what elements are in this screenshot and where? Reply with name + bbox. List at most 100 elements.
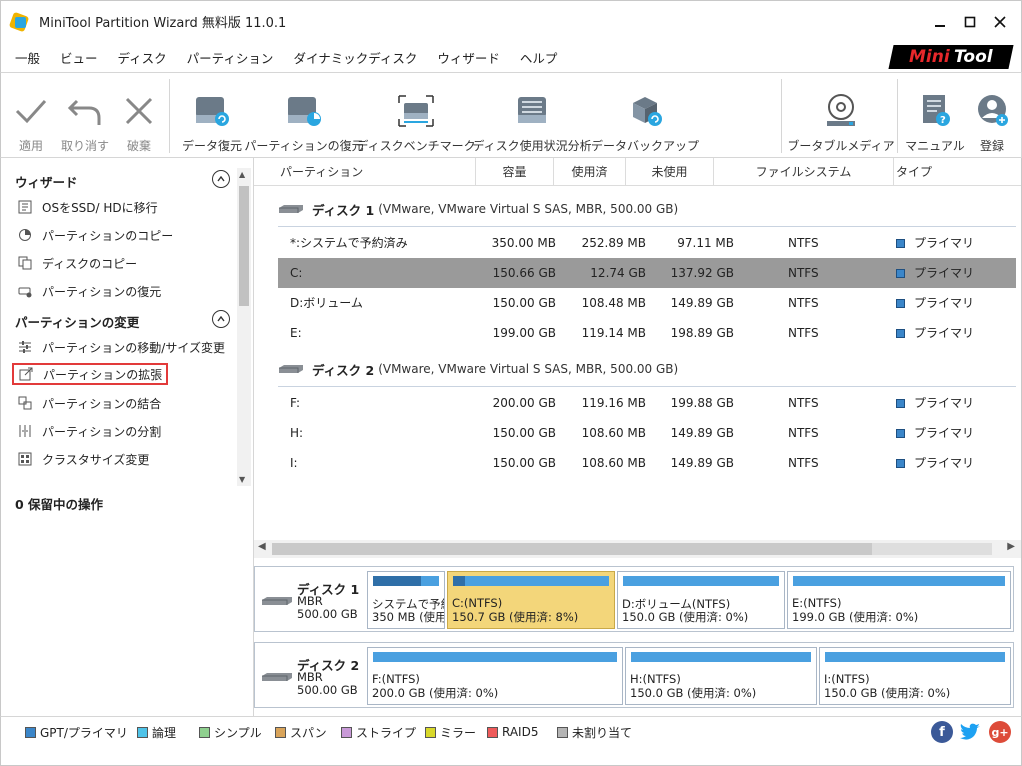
table-row[interactable]: D:ボリューム 150.00 GB 108.48 MB 149.89 GB NT… — [278, 288, 1016, 318]
copy-partition-icon — [17, 227, 33, 243]
migrate-os-icon — [17, 199, 33, 215]
data-recovery-button[interactable]: データ復元 — [179, 73, 245, 157]
legend-logical: 論理 — [137, 723, 176, 741]
primary-type-swatch — [896, 398, 905, 408]
legend-striped: ストライプ — [341, 723, 416, 741]
extend-icon — [18, 366, 34, 382]
table-row-selected[interactable]: C: 150.66 GB 12.74 GB 137.92 GB NTFS プライ… — [278, 258, 1016, 288]
manual-button[interactable]: ? マニュアル — [905, 73, 965, 157]
backup-box-icon — [621, 87, 669, 135]
toolbar-separator — [781, 79, 782, 153]
scroll-right-icon: ▶ — [1007, 541, 1015, 552]
google-plus-icon[interactable]: g+ — [989, 721, 1011, 743]
register-button[interactable]: 登録 — [967, 73, 1017, 157]
data-backup-button[interactable]: データバックアップ — [591, 73, 699, 157]
twitter-icon[interactable] — [959, 721, 981, 743]
partition-block[interactable]: H:(NTFS) 150.0 GB (使用済: 0%) — [625, 647, 817, 705]
partition-recovery-button[interactable]: パーティションの復元 — [244, 73, 364, 157]
menu-disk[interactable]: ディスク — [108, 48, 177, 67]
action-panel-scrollbar[interactable]: ▲ ▼ — [237, 168, 251, 486]
primary-type-swatch — [896, 458, 905, 468]
primary-type-swatch — [896, 298, 905, 308]
split-partition-item[interactable]: パーティションの分割 — [17, 420, 161, 442]
partition-block[interactable]: I:(NTFS) 150.0 GB (使用済: 0%) — [819, 647, 1011, 705]
maximize-icon — [964, 16, 976, 28]
migrate-os-item[interactable]: OSをSSD/ HDに移行 — [17, 196, 158, 218]
table-row[interactable]: H: 150.00 GB 108.60 MB 149.89 GB NTFS プラ… — [278, 418, 1016, 448]
user-register-icon — [968, 87, 1016, 135]
usage-bar — [373, 652, 617, 662]
scrollbar-thumb[interactable] — [272, 543, 872, 555]
menu-general[interactable]: 一般 — [1, 48, 50, 67]
manual-book-icon: ? — [911, 87, 959, 135]
menu-partition[interactable]: パーティション — [177, 48, 284, 67]
partition-block-selected[interactable]: C:(NTFS) 150.7 GB (使用済: 8%) — [447, 571, 615, 629]
menu-view[interactable]: ビュー — [50, 48, 108, 67]
toolbar-separator — [169, 79, 170, 153]
partition-recovery-item[interactable]: パーティションの復元 — [17, 280, 161, 302]
undo-button[interactable]: 取り消す — [57, 73, 113, 157]
app-logo-icon — [8, 11, 31, 32]
facebook-icon[interactable]: f — [931, 721, 953, 743]
legend-swatch — [425, 726, 436, 738]
toolbar: 適用 取り消す 破棄 データ復元 パーティションの復元 ディスクベンチマーク デ… — [0, 72, 1022, 158]
x-icon — [115, 87, 163, 135]
legend-spanned: スパン — [275, 723, 327, 741]
col-partition[interactable]: パーティション — [254, 158, 476, 186]
menu-bar: 一般 ビュー ディスク パーティション ダイナミックディスク ウィザード ヘルプ… — [0, 42, 1022, 72]
minimize-button[interactable] — [925, 9, 955, 35]
menu-help[interactable]: ヘルプ — [510, 48, 568, 67]
disk-2-header-row[interactable]: ディスク 2 (VMware, VMware Virtual S SAS, MB… — [278, 358, 678, 380]
partition-block[interactable]: D:ボリューム(NTFS) 150.0 GB (使用済: 0%) — [617, 571, 785, 629]
table-row[interactable]: I: 150.00 GB 108.60 MB 149.89 GB NTFS プラ… — [278, 448, 1016, 478]
disk-map-row-1[interactable]: ディスク 1 MBR 500.00 GB システムで予約 350 MB (使用 … — [254, 566, 1014, 632]
col-capacity[interactable]: 容量 — [476, 158, 554, 186]
legend-bar: GPT/プライマリ 論理 シンプル スパン ストライプ ミラー RAID5 未割… — [0, 716, 1022, 766]
table-horizontal-scrollbar[interactable]: ◀ ▶ — [254, 540, 1021, 558]
bootable-media-button[interactable]: ブータブルメディア — [787, 73, 895, 157]
chevron-up-icon — [217, 176, 225, 182]
scrollbar-thumb[interactable] — [239, 186, 249, 306]
table-row[interactable]: E: 199.00 GB 119.14 MB 198.89 GB NTFS プラ… — [278, 318, 1016, 348]
usage-bar — [631, 652, 811, 662]
legend-swatch — [557, 726, 568, 738]
cluster-size-item[interactable]: クラスタサイズ変更 — [17, 448, 149, 470]
col-filesystem[interactable]: ファイルシステム — [714, 158, 894, 186]
legend-raid5: RAID5 — [487, 723, 538, 741]
change-partition-header: パーティションの変更 — [15, 315, 140, 330]
extend-partition-item[interactable]: パーティションの拡張 — [12, 363, 169, 385]
space-analyzer-icon — [508, 87, 556, 135]
discard-button[interactable]: 破棄 — [115, 73, 163, 157]
change-collapse-button[interactable] — [212, 310, 230, 328]
col-used[interactable]: 使用済 — [554, 158, 626, 186]
space-analyzer-button[interactable]: ディスク使用状況分析 — [472, 73, 592, 157]
partition-block[interactable]: F:(NTFS) 200.0 GB (使用済: 0%) — [367, 647, 623, 705]
apply-button[interactable]: 適用 — [7, 73, 55, 157]
usage-bar — [453, 576, 609, 586]
table-row[interactable]: F: 200.00 GB 119.16 MB 199.88 GB NTFS プラ… — [278, 388, 1016, 418]
copy-partition-item[interactable]: パーティションのコピー — [17, 224, 173, 246]
toolbar-separator — [897, 79, 898, 153]
usage-bar — [623, 576, 779, 586]
disk-map-row-2[interactable]: ディスク 2 MBR 500.00 GB F:(NTFS) 200.0 GB (… — [254, 642, 1014, 708]
col-type[interactable]: タイプ — [894, 158, 1021, 186]
legend-swatch — [487, 726, 498, 738]
move-resize-item[interactable]: パーティションの移動/サイズ変更 — [17, 336, 225, 358]
maximize-button[interactable] — [955, 9, 985, 35]
disk-benchmark-button[interactable]: ディスクベンチマーク — [356, 73, 476, 157]
table-row[interactable]: *:システムで予約済み 350.00 MB 252.89 MB 97.11 MB… — [278, 228, 1016, 258]
partition-block[interactable]: E:(NTFS) 199.0 GB (使用済: 0%) — [787, 571, 1011, 629]
legend-gpt-primary: GPT/プライマリ — [25, 723, 128, 741]
col-unused[interactable]: 未使用 — [626, 158, 714, 186]
disk-1-header-row[interactable]: ディスク 1 (VMware, VMware Virtual S SAS, MB… — [278, 198, 678, 220]
partition-block[interactable]: システムで予約 350 MB (使用 — [367, 571, 445, 629]
copy-disk-item[interactable]: ディスクのコピー — [17, 252, 137, 274]
wizard-collapse-button[interactable] — [212, 170, 230, 188]
legend-swatch — [275, 726, 286, 738]
close-button[interactable] — [985, 9, 1015, 35]
menu-wizard[interactable]: ウィザード — [427, 48, 510, 67]
pending-operations: 0 保留中の操作 — [15, 497, 104, 512]
menu-dynamic-disk[interactable]: ダイナミックディスク — [283, 48, 427, 67]
merge-partition-item[interactable]: パーティションの結合 — [17, 392, 161, 414]
primary-type-swatch — [896, 238, 905, 248]
